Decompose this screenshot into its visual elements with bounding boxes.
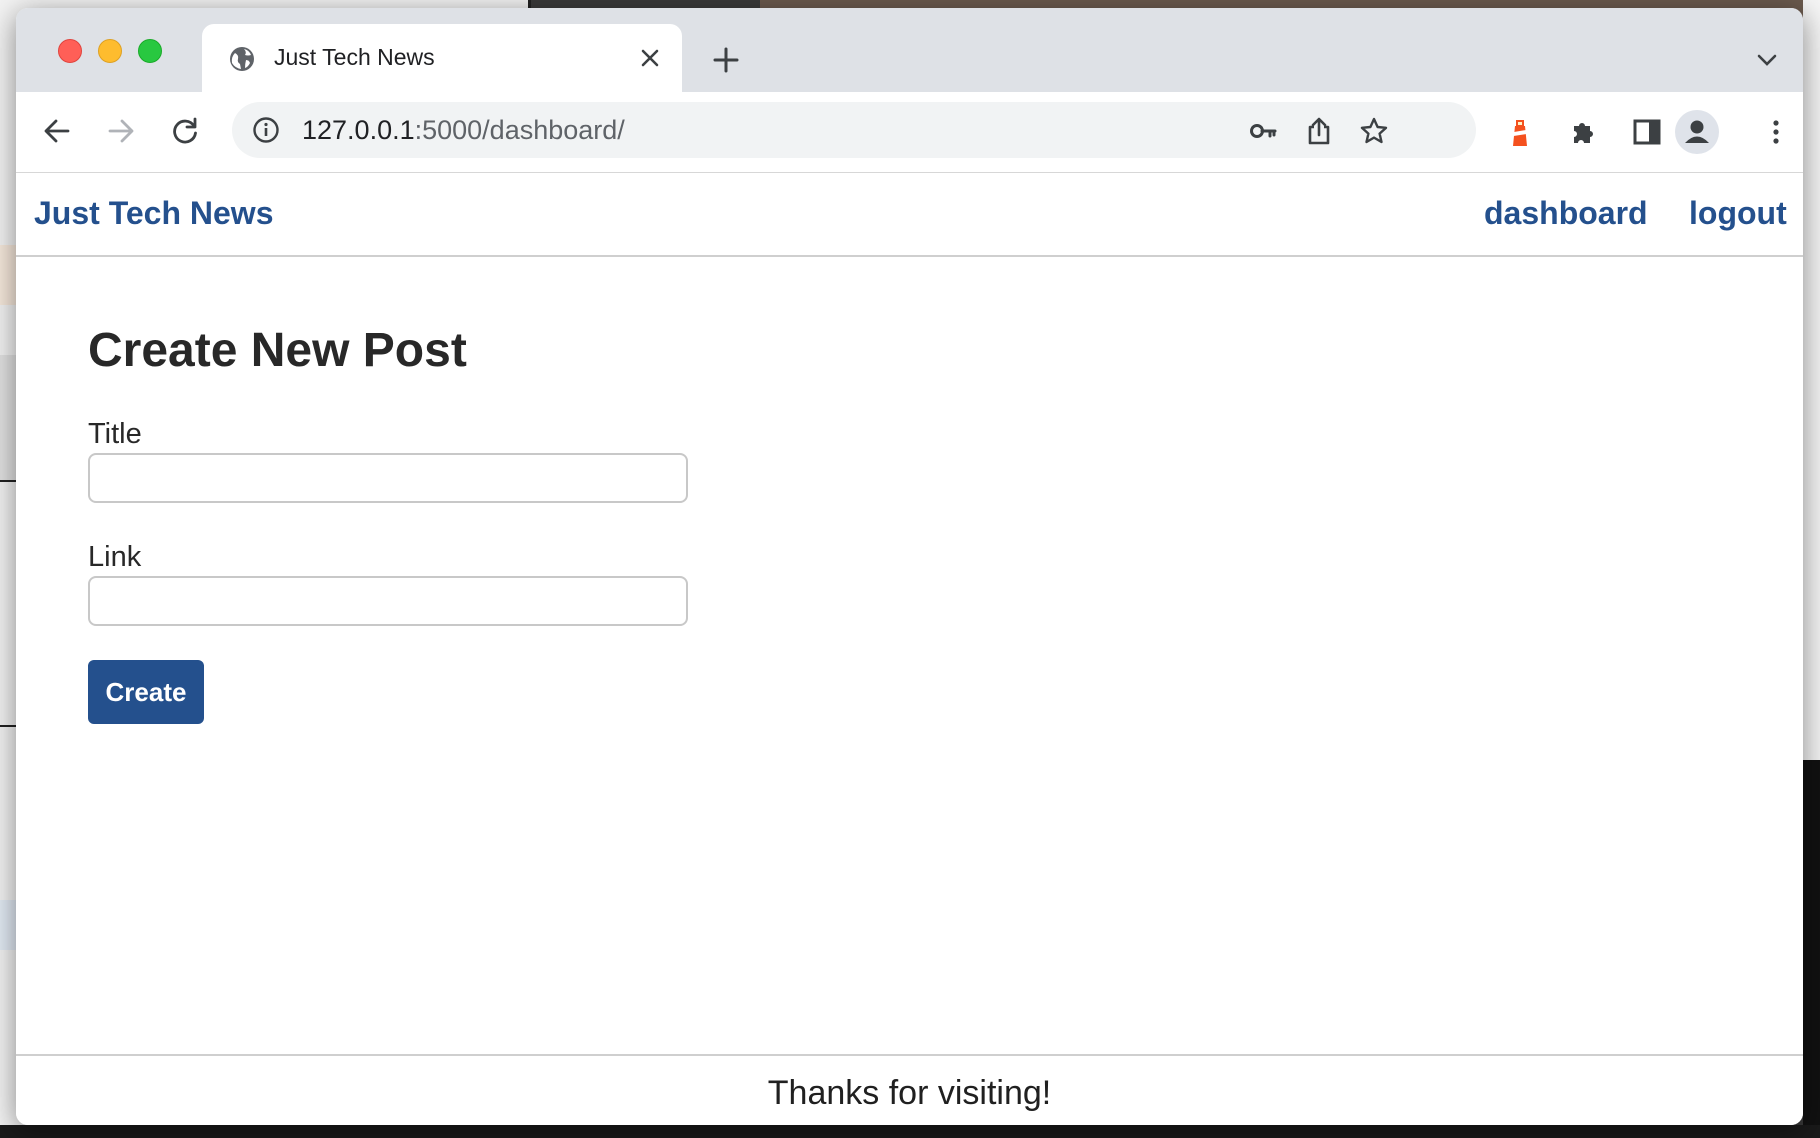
maximize-window-button[interactable] [138, 39, 162, 63]
share-icon[interactable] [1304, 116, 1334, 146]
chevron-down-icon[interactable] [1756, 52, 1778, 68]
address-bar[interactable]: 127.0.0.1:5000/dashboard/ [232, 102, 1476, 158]
browser-toolbar: 127.0.0.1:5000/dashboard/ [16, 92, 1803, 173]
new-post-form: Create New Post Title Link Create [88, 323, 788, 724]
puzzle-icon[interactable] [1568, 116, 1600, 148]
star-icon[interactable] [1359, 116, 1389, 146]
arrow-left-icon[interactable] [42, 116, 72, 146]
tab-strip: Just Tech News [16, 8, 1803, 92]
url-text[interactable]: 127.0.0.1:5000/dashboard/ [302, 115, 625, 146]
minimize-window-button[interactable] [98, 39, 122, 63]
close-icon[interactable] [638, 46, 662, 70]
desktop-background-dark [1803, 760, 1820, 1138]
profile-icon [1685, 120, 1709, 143]
link-input[interactable] [88, 576, 688, 626]
url-path: :5000/dashboard/ [414, 115, 625, 145]
browser-window: Just Tech News 127.0.0.1:5000/dashboard/… [16, 8, 1803, 1125]
globe-icon [230, 47, 254, 71]
page-viewport: Just Tech News dashboard logout Create N… [16, 173, 1803, 1125]
reload-icon[interactable] [170, 116, 200, 146]
create-button[interactable]: Create [88, 660, 204, 724]
nav-logout-link[interactable]: logout [1689, 195, 1787, 232]
lighthouse-icon[interactable] [1504, 116, 1536, 148]
desktop-background-bottom [0, 1125, 1820, 1138]
link-label: Link [88, 541, 142, 573]
title-input[interactable] [88, 453, 688, 503]
plus-icon[interactable] [712, 46, 740, 74]
close-window-button[interactable] [58, 39, 82, 63]
site-brand-link[interactable]: Just Tech News [34, 195, 273, 232]
arrow-right-icon[interactable] [106, 116, 136, 146]
side-panel-icon[interactable] [1631, 116, 1663, 148]
key-icon[interactable] [1248, 116, 1278, 146]
profile-button[interactable] [1675, 110, 1719, 154]
page-title: Create New Post [88, 324, 467, 377]
site-header: Just Tech News dashboard logout [16, 173, 1803, 257]
site-footer: Thanks for visiting! [16, 1054, 1803, 1125]
nav-dashboard-link[interactable]: dashboard [1484, 195, 1648, 232]
title-label: Title [88, 418, 142, 450]
kebab-menu-icon[interactable] [1760, 116, 1792, 148]
footer-text: Thanks for visiting! [767, 1074, 1052, 1112]
tab-just-tech-news[interactable]: Just Tech News [202, 24, 682, 92]
info-icon[interactable] [252, 116, 280, 144]
url-host: 127.0.0.1 [302, 115, 415, 145]
tab-title: Just Tech News [274, 44, 435, 70]
